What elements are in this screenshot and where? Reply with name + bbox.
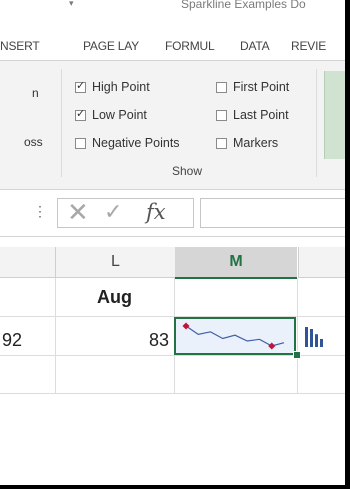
high-point-option[interactable]: High Point (75, 78, 150, 96)
column-header-prev[interactable] (0, 247, 55, 278)
low-point-marker (268, 342, 276, 350)
column-header-n[interactable] (298, 247, 345, 278)
high-point-label: High Point (92, 80, 150, 94)
screenshot-border-bottom (0, 485, 350, 489)
formula-bar: ⋮ ✕ ✓ fx (0, 190, 345, 237)
markers-checkbox[interactable] (216, 137, 227, 149)
negative-points-label: Negative Points (92, 136, 180, 150)
partial-label-1: n (32, 86, 39, 100)
show-group-label: Show (172, 164, 203, 178)
cell-k-value[interactable]: 92 (2, 330, 22, 351)
selected-cell-m[interactable] (174, 317, 296, 355)
last-point-option[interactable]: Last Point (216, 106, 289, 124)
row-divider (0, 393, 345, 394)
column-sparkline-bar (315, 334, 318, 347)
column-sparkline-bar (310, 329, 313, 347)
ribbon-panel: n oss High Point Low Point Negative Poin… (0, 61, 345, 190)
group-separator-right (316, 69, 317, 177)
sparkline-series (185, 325, 285, 347)
high-point-checkbox[interactable] (75, 79, 86, 93)
cell-l-value[interactable]: 83 (55, 330, 169, 351)
fill-handle[interactable] (293, 351, 301, 359)
tab-page-layout[interactable]: PAGE LAY (83, 39, 139, 53)
first-point-checkbox[interactable] (216, 81, 227, 93)
negative-points-checkbox[interactable] (75, 137, 86, 149)
formula-input[interactable] (200, 198, 345, 228)
partial-label-2: oss (24, 135, 43, 149)
cell-l-header[interactable]: Aug (55, 287, 174, 308)
column-sparkline-bar (320, 339, 323, 347)
tab-review[interactable]: REVIE (291, 39, 326, 53)
screenshot-border-right (345, 0, 350, 489)
worksheet-grid: L M Aug 92 83 (0, 237, 345, 485)
tab-insert[interactable]: NSERT (0, 39, 40, 53)
insert-function-button[interactable]: fx (146, 200, 166, 224)
tab-data[interactable]: DATA (240, 39, 270, 53)
cancel-icon[interactable]: ✕ (67, 197, 89, 228)
enter-icon[interactable]: ✓ (104, 199, 122, 225)
column-header-l[interactable]: L (55, 247, 176, 278)
title-bar: ▾ Sparkline Examples Do (0, 0, 345, 30)
column-header-m[interactable]: M (175, 247, 297, 279)
low-point-option[interactable]: Low Point (75, 106, 147, 124)
markers-label: Markers (233, 136, 279, 150)
last-point-checkbox[interactable] (216, 109, 227, 121)
high-point-marker (182, 322, 190, 330)
style-gallery-swatch[interactable] (324, 71, 345, 159)
column-sparkline-chart (305, 327, 323, 347)
markers-option[interactable]: Markers (216, 134, 278, 152)
first-point-option[interactable]: First Point (216, 78, 289, 96)
formula-buttons: ✕ ✓ fx (57, 197, 194, 228)
tab-formulas[interactable]: FORMUL (165, 39, 215, 53)
group-separator (61, 69, 62, 177)
ribbon-tabs: NSERT PAGE LAY FORMUL DATA REVIE (0, 30, 345, 61)
column-sparkline-bar (305, 327, 308, 347)
window-title: Sparkline Examples Do (181, 0, 306, 11)
last-point-label: Last Point (233, 108, 289, 122)
excel-window: ▾ Sparkline Examples Do NSERT PAGE LAY F… (0, 0, 345, 489)
low-point-label: Low Point (92, 108, 147, 122)
sparkline-chart (182, 322, 285, 350)
column-divider (297, 278, 298, 394)
low-point-checkbox[interactable] (75, 107, 86, 121)
quick-access-dropdown-icon[interactable]: ▾ (69, 0, 74, 9)
first-point-label: First Point (233, 80, 290, 94)
name-box-dots-icon[interactable]: ⋮ (33, 203, 47, 220)
negative-points-option[interactable]: Negative Points (75, 134, 180, 152)
